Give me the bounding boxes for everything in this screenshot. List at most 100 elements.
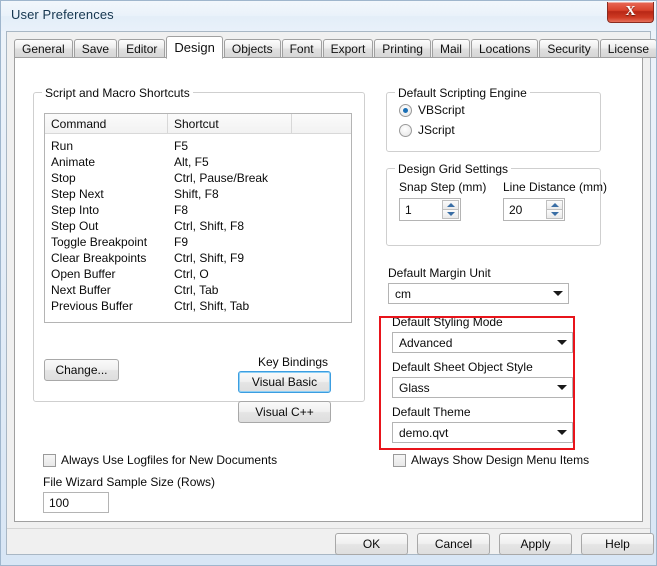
table-row[interactable]: Open Buffer Ctrl, O [45, 266, 351, 282]
cell-command: Step Out [51, 219, 99, 233]
tab-save[interactable]: Save [73, 39, 118, 58]
vbscript-radio[interactable] [399, 103, 412, 117]
chevron-down-icon [550, 212, 559, 216]
design-menu-checkbox-row[interactable]: Always Show Design Menu Items [393, 453, 589, 467]
snap-step-decrement-button[interactable] [442, 209, 459, 219]
default-margin-unit-combobox[interactable]: cm [388, 283, 569, 304]
chevron-down-icon [557, 385, 567, 390]
cell-shortcut: Shift, F8 [174, 187, 219, 201]
chevron-up-icon [550, 203, 559, 207]
table-row[interactable]: Step Into F8 [45, 202, 351, 218]
apply-button[interactable]: Apply [499, 533, 572, 555]
cell-command: Next Buffer [51, 283, 111, 297]
dialog-client-area: General Save Editor Design Objects Font … [6, 31, 656, 555]
chevron-up-icon [446, 203, 455, 207]
default-sheet-object-style-value: Glass [399, 380, 430, 395]
file-wizard-sample-size-input[interactable]: 100 [43, 492, 109, 513]
default-styling-mode-label: Default Styling Mode [392, 315, 503, 329]
snap-step-increment-button[interactable] [442, 200, 459, 209]
tab-security[interactable]: Security [539, 39, 599, 58]
chevron-down-icon [446, 212, 455, 216]
tab-objects[interactable]: Objects [223, 39, 281, 58]
snap-step-spinner-buttons [442, 200, 459, 219]
tab-font[interactable]: Font [281, 39, 322, 58]
table-row[interactable]: Clear Breakpoints Ctrl, Shift, F9 [45, 250, 351, 266]
line-distance-increment-button[interactable] [546, 200, 563, 209]
visual-basic-button[interactable]: Visual Basic [238, 371, 331, 393]
line-distance-spinner[interactable]: 20 [503, 198, 565, 221]
ok-button[interactable]: OK [335, 533, 408, 555]
table-row[interactable]: Previous Buffer Ctrl, Shift, Tab [45, 298, 351, 314]
window-title: User Preferences [11, 7, 114, 22]
radio-row-vbscript[interactable]: VBScript [399, 103, 465, 117]
cell-command: Stop [51, 171, 76, 185]
tab-printing[interactable]: Printing [374, 39, 431, 58]
tab-design[interactable]: Design [166, 36, 223, 59]
default-styling-mode-combobox[interactable]: Advanced [392, 332, 573, 353]
help-button[interactable]: Help [581, 533, 654, 555]
table-row[interactable]: Animate Alt, F5 [45, 154, 351, 170]
default-sheet-object-style-combobox[interactable]: Glass [392, 377, 573, 398]
logfiles-checkbox-label: Always Use Logfiles for New Documents [61, 453, 278, 467]
logfiles-checkbox-row[interactable]: Always Use Logfiles for New Documents [43, 453, 277, 467]
cell-command: Previous Buffer [51, 299, 133, 313]
shortcuts-table-header: Command Shortcut [45, 114, 351, 134]
design-grid-settings-group: Design Grid Settings Snap Step (mm) 1 Li… [386, 162, 607, 246]
close-button[interactable]: X [607, 2, 654, 23]
table-row[interactable]: Toggle Breakpoint F9 [45, 234, 351, 250]
cell-command: Step Into [51, 203, 100, 217]
change-button[interactable]: Change... [44, 359, 119, 381]
tab-general[interactable]: General [14, 39, 73, 58]
default-theme-arrow[interactable] [552, 430, 572, 435]
default-sheet-object-style-arrow[interactable] [552, 385, 572, 390]
column-header-command[interactable]: Command [45, 114, 168, 133]
jscript-radio-label: JScript [418, 123, 455, 137]
default-margin-unit-arrow[interactable] [548, 291, 568, 296]
shortcuts-table[interactable]: Command Shortcut Run F5 Animate Alt, F5 [44, 113, 352, 323]
table-row[interactable]: Stop Ctrl, Pause/Break [45, 170, 351, 186]
cell-shortcut: Ctrl, Pause/Break [174, 171, 269, 185]
radio-row-jscript[interactable]: JScript [399, 123, 455, 137]
column-header-shortcut[interactable]: Shortcut [168, 114, 292, 133]
shortcuts-table-body: Run F5 Animate Alt, F5 Stop Ctrl, Pause/… [45, 134, 351, 314]
cell-shortcut: Ctrl, Shift, F9 [174, 251, 245, 265]
default-scripting-engine-group: Default Scripting Engine VBScript JScrip… [386, 86, 601, 152]
default-styling-mode-arrow[interactable] [552, 340, 572, 345]
snap-step-spinner[interactable]: 1 [399, 198, 461, 221]
table-row[interactable]: Step Next Shift, F8 [45, 186, 351, 202]
key-bindings-label: Key Bindings [258, 355, 329, 369]
cell-command: Step Next [51, 187, 104, 201]
cell-shortcut: Ctrl, Shift, F8 [174, 219, 245, 233]
default-margin-unit-label: Default Margin Unit [388, 266, 491, 280]
column-header-extra[interactable] [292, 114, 351, 133]
cell-command: Animate [51, 155, 96, 169]
jscript-radio[interactable] [399, 123, 412, 137]
default-styling-mode-value: Advanced [399, 335, 453, 350]
table-row[interactable]: Run F5 [45, 138, 351, 154]
line-distance-spinner-buttons [546, 200, 563, 219]
default-scripting-engine-legend: Default Scripting Engine [395, 86, 530, 100]
table-row[interactable]: Step Out Ctrl, Shift, F8 [45, 218, 351, 234]
cancel-button[interactable]: Cancel [417, 533, 490, 555]
cell-shortcut: F8 [174, 203, 189, 217]
tab-editor[interactable]: Editor [118, 39, 166, 58]
line-distance-value: 20 [509, 202, 523, 217]
visual-cpp-button[interactable]: Visual C++ [238, 401, 331, 423]
logfiles-checkbox[interactable] [43, 453, 56, 467]
tab-export[interactable]: Export [322, 39, 374, 58]
chevron-down-icon [557, 340, 567, 345]
chevron-down-icon [557, 430, 567, 435]
script-macro-shortcuts-group: Script and Macro Shortcuts Command Short… [33, 86, 365, 423]
line-distance-decrement-button[interactable] [546, 209, 563, 219]
title-bar: User Preferences X [1, 1, 656, 31]
design-menu-checkbox[interactable] [393, 453, 406, 467]
tab-license[interactable]: License [599, 39, 656, 58]
default-theme-combobox[interactable]: demo.qvt [392, 422, 573, 443]
tab-mail[interactable]: Mail [431, 39, 470, 58]
design-grid-settings-legend: Design Grid Settings [395, 162, 512, 176]
table-row[interactable]: Next Buffer Ctrl, Tab [45, 282, 351, 298]
line-distance-label: Line Distance (mm) [503, 180, 608, 194]
design-menu-checkbox-label: Always Show Design Menu Items [411, 453, 590, 467]
tab-locations[interactable]: Locations [470, 39, 539, 58]
dialog-action-buttons: OK Cancel Apply Help [335, 533, 654, 555]
